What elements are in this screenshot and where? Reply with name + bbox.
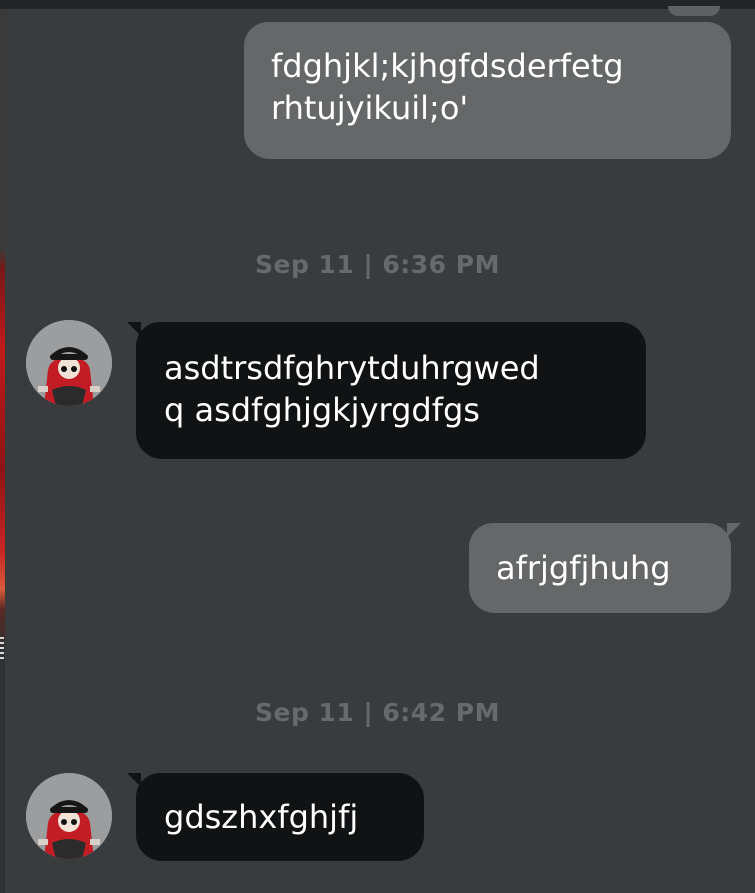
message-text: asdtrsdfghrytduhrgwed	[164, 349, 540, 387]
message-text: fdghjkl;kjhgfdsderfetg	[271, 47, 624, 85]
timestamp: Sep 11 | 6:36 PM	[255, 250, 500, 279]
avatar-icon	[26, 320, 112, 406]
top-bar	[0, 0, 755, 9]
message-text: q asdfghjgkjyrgdfgs	[164, 391, 480, 429]
timestamp: Sep 11 | 6:42 PM	[255, 698, 500, 727]
message-text: afrjgfjhuhg	[496, 549, 671, 587]
outgoing-bubble-tail	[727, 523, 741, 537]
contact-avatar[interactable]	[26, 773, 112, 859]
message-text: gdszhxfghjfj	[164, 798, 359, 836]
outgoing-message-bubble[interactable]: afrjgfjhuhg	[469, 523, 731, 613]
background-strip	[0, 9, 5, 893]
resize-handle-icon[interactable]	[0, 637, 4, 659]
contact-avatar[interactable]	[26, 320, 112, 406]
incoming-message-bubble[interactable]: gdszhxfghjfj	[136, 773, 424, 861]
message-text: rhtujyikuil;o'	[271, 89, 469, 127]
avatar-icon	[26, 773, 112, 859]
outgoing-message-bubble[interactable]: fdghjkl;kjhgfdsderfetg rhtujyikuil;o'	[244, 22, 731, 159]
incoming-message-bubble[interactable]: asdtrsdfghrytduhrgwed q asdfghjgkjyrgdfg…	[136, 322, 646, 459]
scroll-nub[interactable]	[668, 6, 720, 16]
